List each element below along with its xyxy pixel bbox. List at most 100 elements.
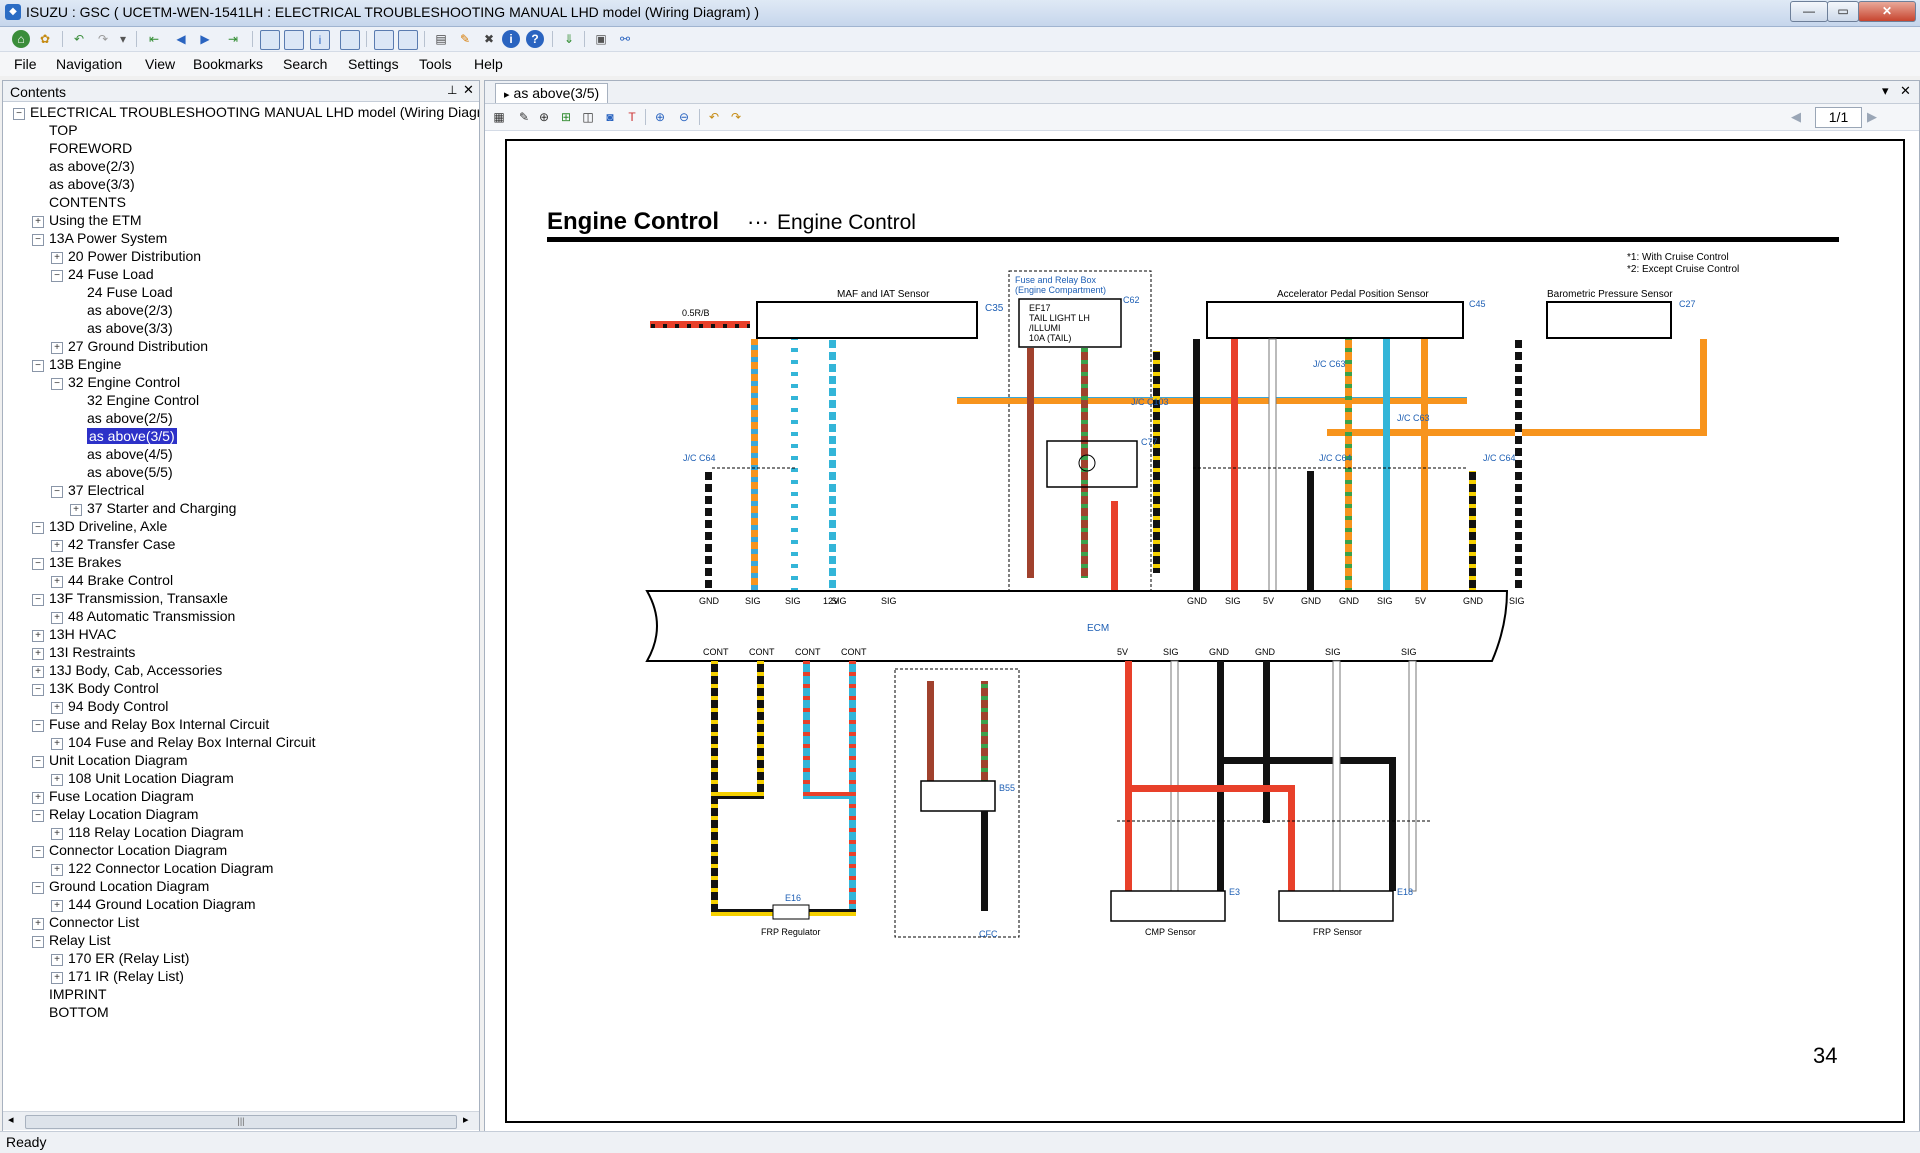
tree-item-label[interactable]: Connector Location Diagram xyxy=(49,842,227,858)
tree-item-label[interactable]: as above(3/3) xyxy=(87,320,173,336)
zoom-fit-icon[interactable]: ⊕ xyxy=(535,108,553,126)
print-page-icon[interactable]: ▦ xyxy=(490,108,508,126)
tree-item[interactable]: +13J Body, Cab, Accessories xyxy=(32,661,222,679)
tree-item-label[interactable]: 13E Brakes xyxy=(49,554,121,570)
tree-item-label[interactable]: Relay Location Diagram xyxy=(49,806,198,822)
tree-item-label[interactable]: 42 Transfer Case xyxy=(68,536,175,552)
pin-icon[interactable]: ⊥ xyxy=(447,83,457,97)
zoom-in-icon[interactable]: ⊕ xyxy=(651,108,669,126)
tree-item[interactable]: −37 Electrical xyxy=(51,481,144,499)
tree-item[interactable]: −32 Engine Control xyxy=(51,373,180,391)
tree-item[interactable]: TOP xyxy=(32,121,78,139)
tree-item[interactable]: +48 Automatic Transmission xyxy=(51,607,235,625)
expand-icon[interactable]: + xyxy=(32,666,44,678)
close-button[interactable]: ✕ xyxy=(1858,1,1916,22)
tree-item-label[interactable]: 27 Ground Distribution xyxy=(68,338,208,354)
expand-icon[interactable]: + xyxy=(51,576,63,588)
layout-icon[interactable] xyxy=(284,30,304,50)
expand-icon[interactable]: + xyxy=(51,342,63,354)
tree-item-label[interactable]: 24 Fuse Load xyxy=(87,284,173,300)
network-icon[interactable]: ▣ xyxy=(592,30,610,48)
collapse-icon[interactable]: − xyxy=(32,810,44,822)
tree-item[interactable]: −13K Body Control xyxy=(32,679,159,697)
dropdown-arrow-icon[interactable]: ▾ xyxy=(114,30,132,48)
menu-settings[interactable]: Settings xyxy=(348,56,399,72)
tree-item-label[interactable]: 48 Automatic Transmission xyxy=(68,608,235,624)
tree-item-label[interactable]: 13A Power System xyxy=(49,230,167,246)
redo-icon[interactable]: ↷ xyxy=(94,30,112,48)
tree-item-label[interactable]: TOP xyxy=(49,122,78,138)
tree-item-label[interactable]: 104 Fuse and Relay Box Internal Circuit xyxy=(68,734,315,750)
tab-document[interactable]: ▸ as above(3/5) xyxy=(495,83,609,103)
tree-item[interactable]: +13I Restraints xyxy=(32,643,135,661)
collapse-icon[interactable]: − xyxy=(51,486,63,498)
tree-item-label[interactable]: as above(2/3) xyxy=(49,158,135,174)
tree-item-label[interactable]: 20 Power Distribution xyxy=(68,248,201,264)
download-icon[interactable]: ⇓ xyxy=(560,30,578,48)
tree-item[interactable]: − Relay Location Diagram xyxy=(32,805,198,823)
tree-item-label[interactable]: 13K Body Control xyxy=(49,680,159,696)
next-page-icon[interactable]: ▶ xyxy=(1867,109,1877,125)
tree-item-label[interactable]: 13D Driveline, Axle xyxy=(49,518,167,534)
expand-icon[interactable]: + xyxy=(32,630,44,642)
expand-icon[interactable]: + xyxy=(51,774,63,786)
tree-item[interactable]: as above(4/5) xyxy=(70,445,173,463)
expand-icon[interactable]: + xyxy=(51,864,63,876)
tree-item-label[interactable]: Fuse Location Diagram xyxy=(49,788,194,804)
tree-item[interactable]: +104 Fuse and Relay Box Internal Circuit xyxy=(51,733,315,751)
split-view-icon[interactable] xyxy=(374,30,394,50)
connect-icon[interactable]: ⚯ xyxy=(616,30,634,48)
tree-item[interactable]: +44 Brake Control xyxy=(51,571,173,589)
text-select-icon[interactable]: T xyxy=(623,108,641,126)
tree-item[interactable]: as above(2/3) xyxy=(32,157,135,175)
collapse-icon[interactable]: − xyxy=(32,936,44,948)
tree-item[interactable]: +27 Ground Distribution xyxy=(51,337,208,355)
tools-icon[interactable]: ✖ xyxy=(480,30,498,48)
tree-item-label[interactable]: 32 Engine Control xyxy=(87,392,199,408)
home-icon[interactable]: ⌂ xyxy=(12,30,30,48)
collapse-icon[interactable]: − xyxy=(32,558,44,570)
tree-item[interactable]: −13F Transmission, Transaxle xyxy=(32,589,228,607)
expand-icon[interactable]: + xyxy=(51,738,63,750)
tree-item[interactable]: −13A Power System xyxy=(32,229,167,247)
tree-item-label[interactable]: 108 Unit Location Diagram xyxy=(68,770,234,786)
expand-icon[interactable]: + xyxy=(51,954,63,966)
scroll-right-icon[interactable]: ▸ xyxy=(463,1113,469,1126)
tree-item-label[interactable]: Ground Location Diagram xyxy=(49,878,209,894)
prev-page-icon[interactable]: ◀ xyxy=(1791,109,1801,125)
tree-item[interactable]: +144 Ground Location Diagram xyxy=(51,895,256,913)
tree-item-label[interactable]: 13I Restraints xyxy=(49,644,135,660)
tree-item[interactable]: +42 Transfer Case xyxy=(51,535,175,553)
tree-item-label[interactable]: 118 Relay Location Diagram xyxy=(68,824,244,840)
tree-item-label[interactable]: 24 Fuse Load xyxy=(68,266,154,282)
tree-item[interactable]: − Ground Location Diagram xyxy=(32,877,209,895)
grid-view-icon[interactable] xyxy=(398,30,418,50)
fit-width-icon[interactable]: ◫ xyxy=(579,108,597,126)
tree-item[interactable]: +171 IR (Relay List) xyxy=(51,967,184,985)
panel-icon[interactable] xyxy=(260,30,280,50)
pen-icon[interactable]: ✎ xyxy=(515,108,533,126)
tree-item-label[interactable]: as above(3/3) xyxy=(49,176,135,192)
expand-icon[interactable]: + xyxy=(32,648,44,660)
tree-item-label[interactable]: 171 IR (Relay List) xyxy=(68,968,184,984)
tree-item[interactable]: +122 Connector Location Diagram xyxy=(51,859,273,877)
tree-item[interactable]: 24 Fuse Load xyxy=(70,283,173,301)
tree-item[interactable]: +37 Starter and Charging xyxy=(70,499,236,517)
collapse-icon[interactable]: − xyxy=(32,522,44,534)
tree-item-label[interactable]: 94 Body Control xyxy=(68,698,168,714)
tree-item-label[interactable]: as above(4/5) xyxy=(87,446,173,462)
window-icon[interactable] xyxy=(340,30,360,50)
collapse-icon[interactable]: − xyxy=(51,378,63,390)
rotate-left-icon[interactable]: ↶ xyxy=(705,108,723,126)
tree-item[interactable]: +94 Body Control xyxy=(51,697,168,715)
close-panel-icon[interactable]: ✕ xyxy=(463,82,474,98)
tree-item[interactable]: +118 Relay Location Diagram xyxy=(51,823,244,841)
undo-icon[interactable]: ↶ xyxy=(70,30,88,48)
camera-icon[interactable]: ◙ xyxy=(601,108,619,126)
tree-item-label[interactable]: 122 Connector Location Diagram xyxy=(68,860,273,876)
tree-item[interactable]: − Unit Location Diagram xyxy=(32,751,188,769)
tab-close-icon[interactable]: ✕ xyxy=(1900,83,1911,99)
collapse-icon[interactable]: − xyxy=(32,594,44,606)
tree-item-label[interactable]: as above(3/5) xyxy=(87,428,177,444)
page-indicator[interactable]: 1/1 xyxy=(1815,107,1862,128)
